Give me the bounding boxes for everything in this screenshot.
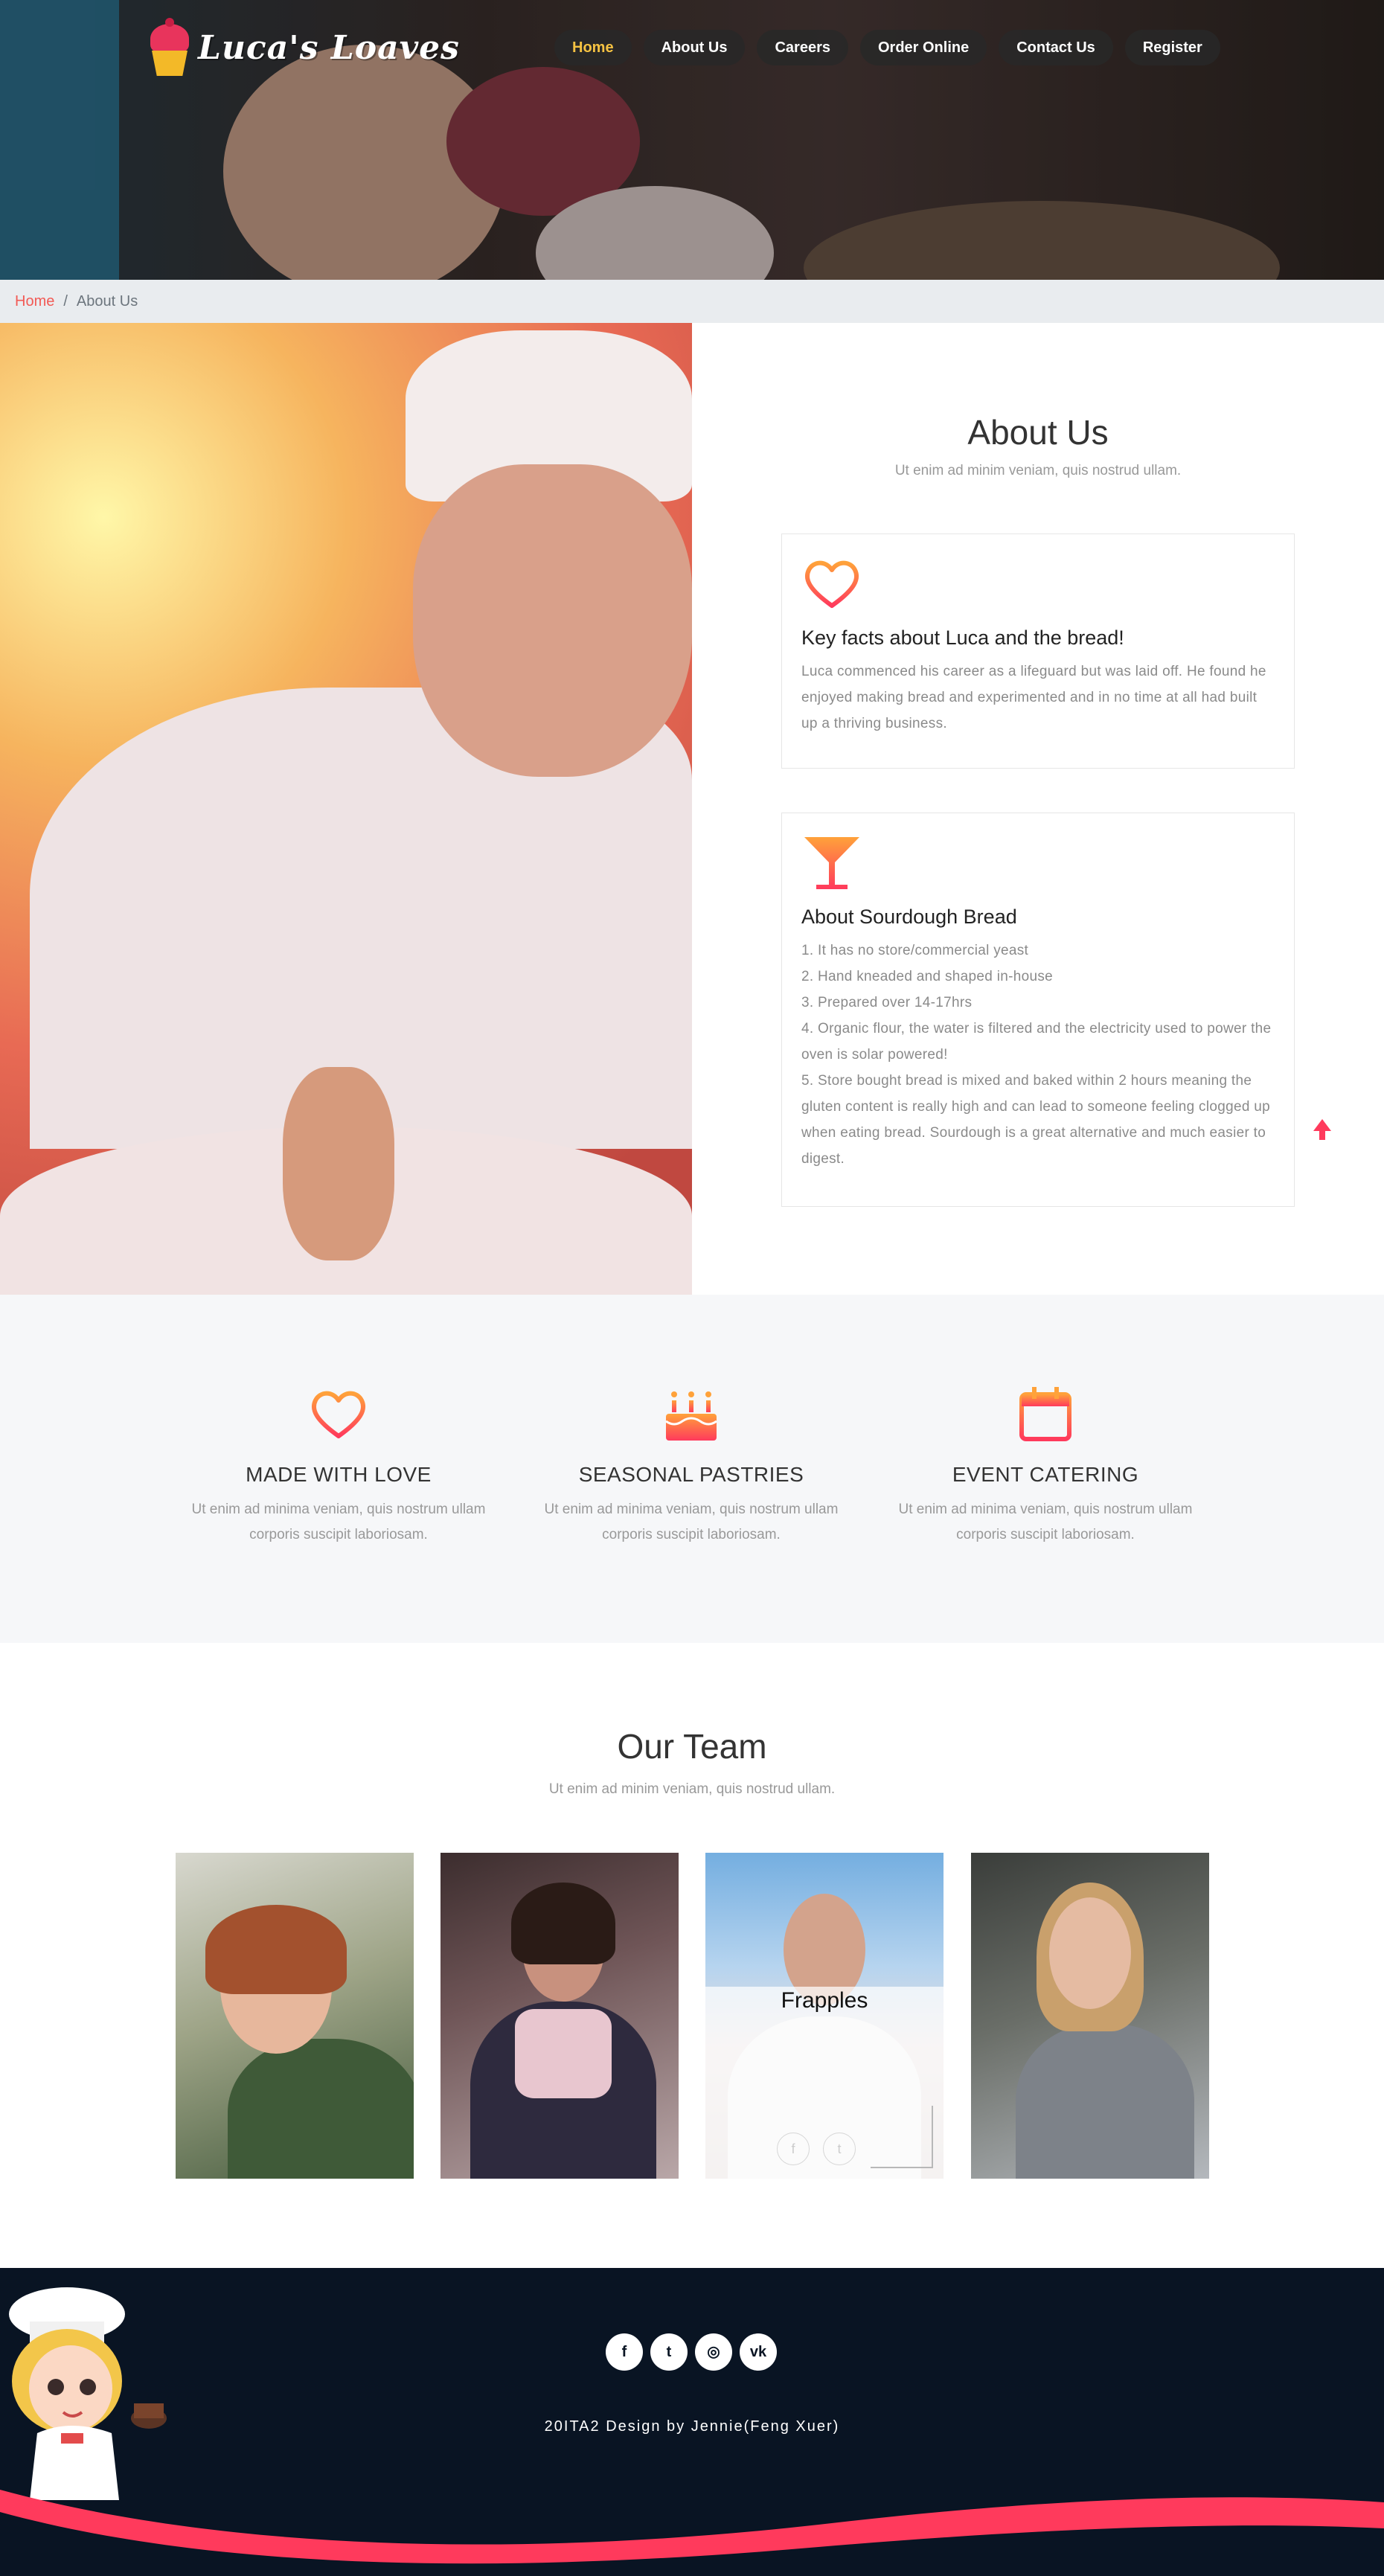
team-member-card-hovered[interactable]: Frapples f t [705, 1853, 944, 2179]
feature-seasonal-pastries: SEASONAL PASTRIES Ut enim ad minima veni… [531, 1384, 851, 1548]
sourdough-list: 1. It has no store/commercial yeast 2. H… [801, 938, 1275, 1172]
member-name: Frapples [781, 1988, 868, 2013]
feature-body: Ut enim ad minima veniam, quis nostrum u… [191, 1502, 486, 1542]
team-header: Our Team Ut enim ad minim veniam, quis n… [0, 1726, 1384, 1798]
features-section: MADE WITH LOVE Ut enim ad minima veniam,… [0, 1295, 1384, 1643]
about-header: About Us Ut enim ad minim veniam, quis n… [692, 412, 1384, 479]
list-item: 5. Store bought bread is mixed and baked… [801, 1073, 1271, 1167]
feature-title: SEASONAL PASTRIES [578, 1463, 804, 1486]
team-member-card[interactable] [176, 1853, 414, 2179]
team-member-card[interactable] [971, 1853, 1209, 2179]
about-title: About Us [967, 413, 1109, 452]
breadcrumb: Home / About Us [0, 280, 1384, 323]
list-item: 1. It has no store/commercial yeast [801, 943, 1029, 958]
list-item: 3. Prepared over 14-17hrs [801, 995, 973, 1010]
calendar-icon [1019, 1387, 1071, 1441]
feature-body: Ut enim ad minima veniam, quis nostrum u… [544, 1502, 839, 1542]
brand-logo[interactable]: Luca's Loaves [146, 16, 460, 79]
list-item: 2. Hand kneaded and shaped in-house [801, 969, 1053, 984]
brand-name: Luca's Loaves [198, 28, 460, 67]
nav-item-order-online[interactable]: Order Online [859, 30, 987, 65]
main-nav: Home About Us Careers Order Online Conta… [554, 30, 1220, 65]
sourdough-title: About Sourdough Bread [801, 906, 1017, 928]
feature-title: EVENT CATERING [952, 1463, 1139, 1486]
key-facts-title: Key facts about Luca and the bread! [801, 627, 1124, 649]
birthday-cake-icon [665, 1391, 717, 1441]
back-to-top-arrow-icon[interactable] [1313, 1119, 1331, 1140]
feature-title: MADE WITH LOVE [246, 1463, 432, 1486]
nav-item-home[interactable]: Home [554, 30, 632, 65]
footer-social-links: f t ◎ vk [606, 2333, 777, 2371]
facebook-icon[interactable]: f [606, 2333, 643, 2371]
feature-made-with-love: MADE WITH LOVE Ut enim ad minima veniam,… [179, 1384, 499, 1548]
facebook-icon[interactable]: f [777, 2133, 810, 2165]
about-subtitle: Ut enim ad minim veniam, quis nostrud ul… [894, 463, 1182, 478]
chef-photo [0, 323, 692, 1295]
nav-item-about-us[interactable]: About Us [643, 30, 746, 65]
dribbble-icon[interactable]: ◎ [695, 2333, 732, 2371]
heart-icon [804, 560, 859, 608]
sourdough-card: About Sourdough Bread 1. It has no store… [781, 813, 1295, 1207]
nav-item-register[interactable]: Register [1124, 30, 1220, 65]
feature-event-catering: EVENT CATERING Ut enim ad minima veniam,… [885, 1384, 1205, 1548]
team-subtitle: Ut enim ad minim veniam, quis nostrud ul… [548, 1781, 836, 1797]
heart-icon [311, 1391, 366, 1438]
key-facts-body: Luca commenced his career as a lifeguard… [801, 664, 1266, 731]
team-title: Our Team [617, 1727, 767, 1766]
cocktail-icon [804, 837, 859, 889]
cupcake-icon [146, 16, 193, 79]
twitter-icon[interactable]: t [650, 2333, 688, 2371]
footer-wave-decoration [0, 2490, 1384, 2564]
hero-banner: Luca's Loaves Home About Us Careers Orde… [0, 0, 1384, 280]
vk-icon[interactable]: vk [740, 2333, 777, 2371]
nav-item-careers[interactable]: Careers [757, 30, 848, 65]
list-item: 4. Organic flour, the water is filtered … [801, 1021, 1272, 1063]
corner-frame-decoration [871, 2106, 933, 2168]
feature-body: Ut enim ad minima veniam, quis nostrum u… [898, 1502, 1193, 1542]
breadcrumb-current: About Us [76, 293, 138, 310]
site-footer: f t ◎ vk 20ITA2 Design by Jennie(Feng Xu… [0, 2268, 1384, 2576]
breadcrumb-separator: / [63, 293, 68, 310]
team-member-card[interactable] [440, 1853, 679, 2179]
nav-item-contact-us[interactable]: Contact Us [999, 30, 1113, 65]
twitter-icon[interactable]: t [823, 2133, 856, 2165]
key-facts-card: Key facts about Luca and the bread! Luca… [781, 534, 1295, 769]
breadcrumb-home-link[interactable]: Home [15, 293, 54, 310]
footer-credit: 20ITA2 Design by Jennie(Feng Xuer) [544, 2418, 840, 2435]
